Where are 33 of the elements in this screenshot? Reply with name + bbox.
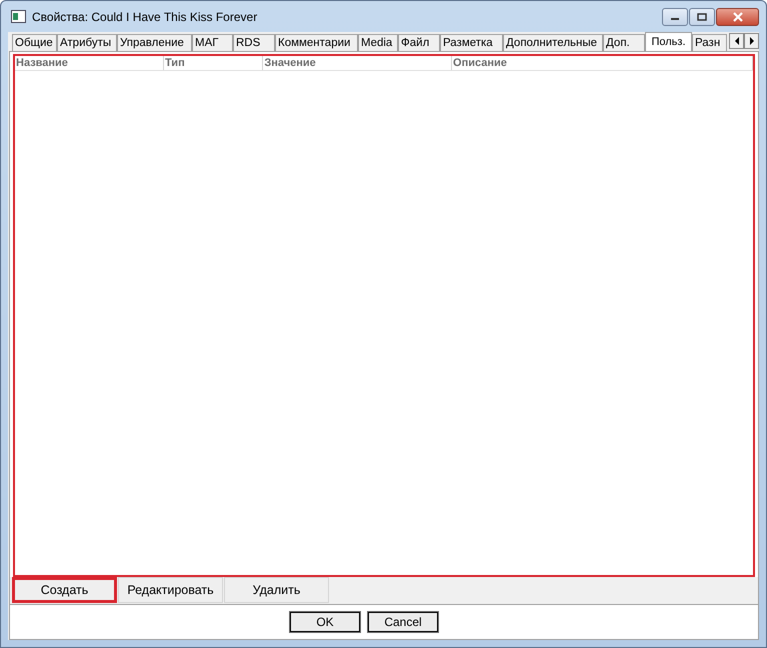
tab[interactable]: Файл: [398, 34, 440, 51]
dialog-button[interactable]: Cancel: [367, 611, 439, 633]
dialog-button[interactable]: OK: [289, 611, 361, 633]
column-header[interactable]: Тип: [164, 56, 264, 70]
tab[interactable]: Управление: [117, 34, 192, 51]
tab[interactable]: RDS: [233, 34, 275, 51]
tab[interactable]: Польз.: [645, 32, 692, 51]
minimize-button[interactable]: [662, 8, 688, 26]
maximize-button[interactable]: [689, 8, 715, 26]
tab[interactable]: Дополнительные: [503, 34, 603, 51]
scroll-right-button[interactable]: [744, 33, 759, 49]
tab[interactable]: Разметка: [440, 34, 503, 51]
window-title: Свойства: Could I Have This Kiss Forever: [32, 10, 258, 24]
tab[interactable]: Разн: [692, 34, 727, 51]
close-button[interactable]: [716, 8, 759, 26]
window-app-icon: [11, 10, 26, 23]
action-button[interactable]: Редактировать: [118, 577, 223, 603]
tab[interactable]: Доп.: [603, 34, 645, 51]
action-button[interactable]: Удалить: [224, 577, 329, 603]
column-header[interactable]: Описание: [452, 56, 753, 70]
tab[interactable]: Комментарии: [275, 34, 358, 51]
tab[interactable]: Media: [358, 34, 398, 51]
column-header[interactable]: Значение: [263, 56, 452, 70]
tab[interactable]: МАГ: [192, 34, 233, 51]
tab[interactable]: Атрибуты: [57, 34, 117, 51]
action-button[interactable]: Создать: [12, 577, 117, 603]
close-icon: [732, 12, 744, 22]
column-header[interactable]: Название: [15, 56, 164, 70]
scroll-left-button[interactable]: [729, 33, 744, 49]
maximize-icon: [697, 13, 707, 21]
tab[interactable]: Общие: [12, 34, 57, 51]
left-arrow-icon: [734, 37, 740, 45]
right-arrow-icon: [748, 37, 754, 45]
